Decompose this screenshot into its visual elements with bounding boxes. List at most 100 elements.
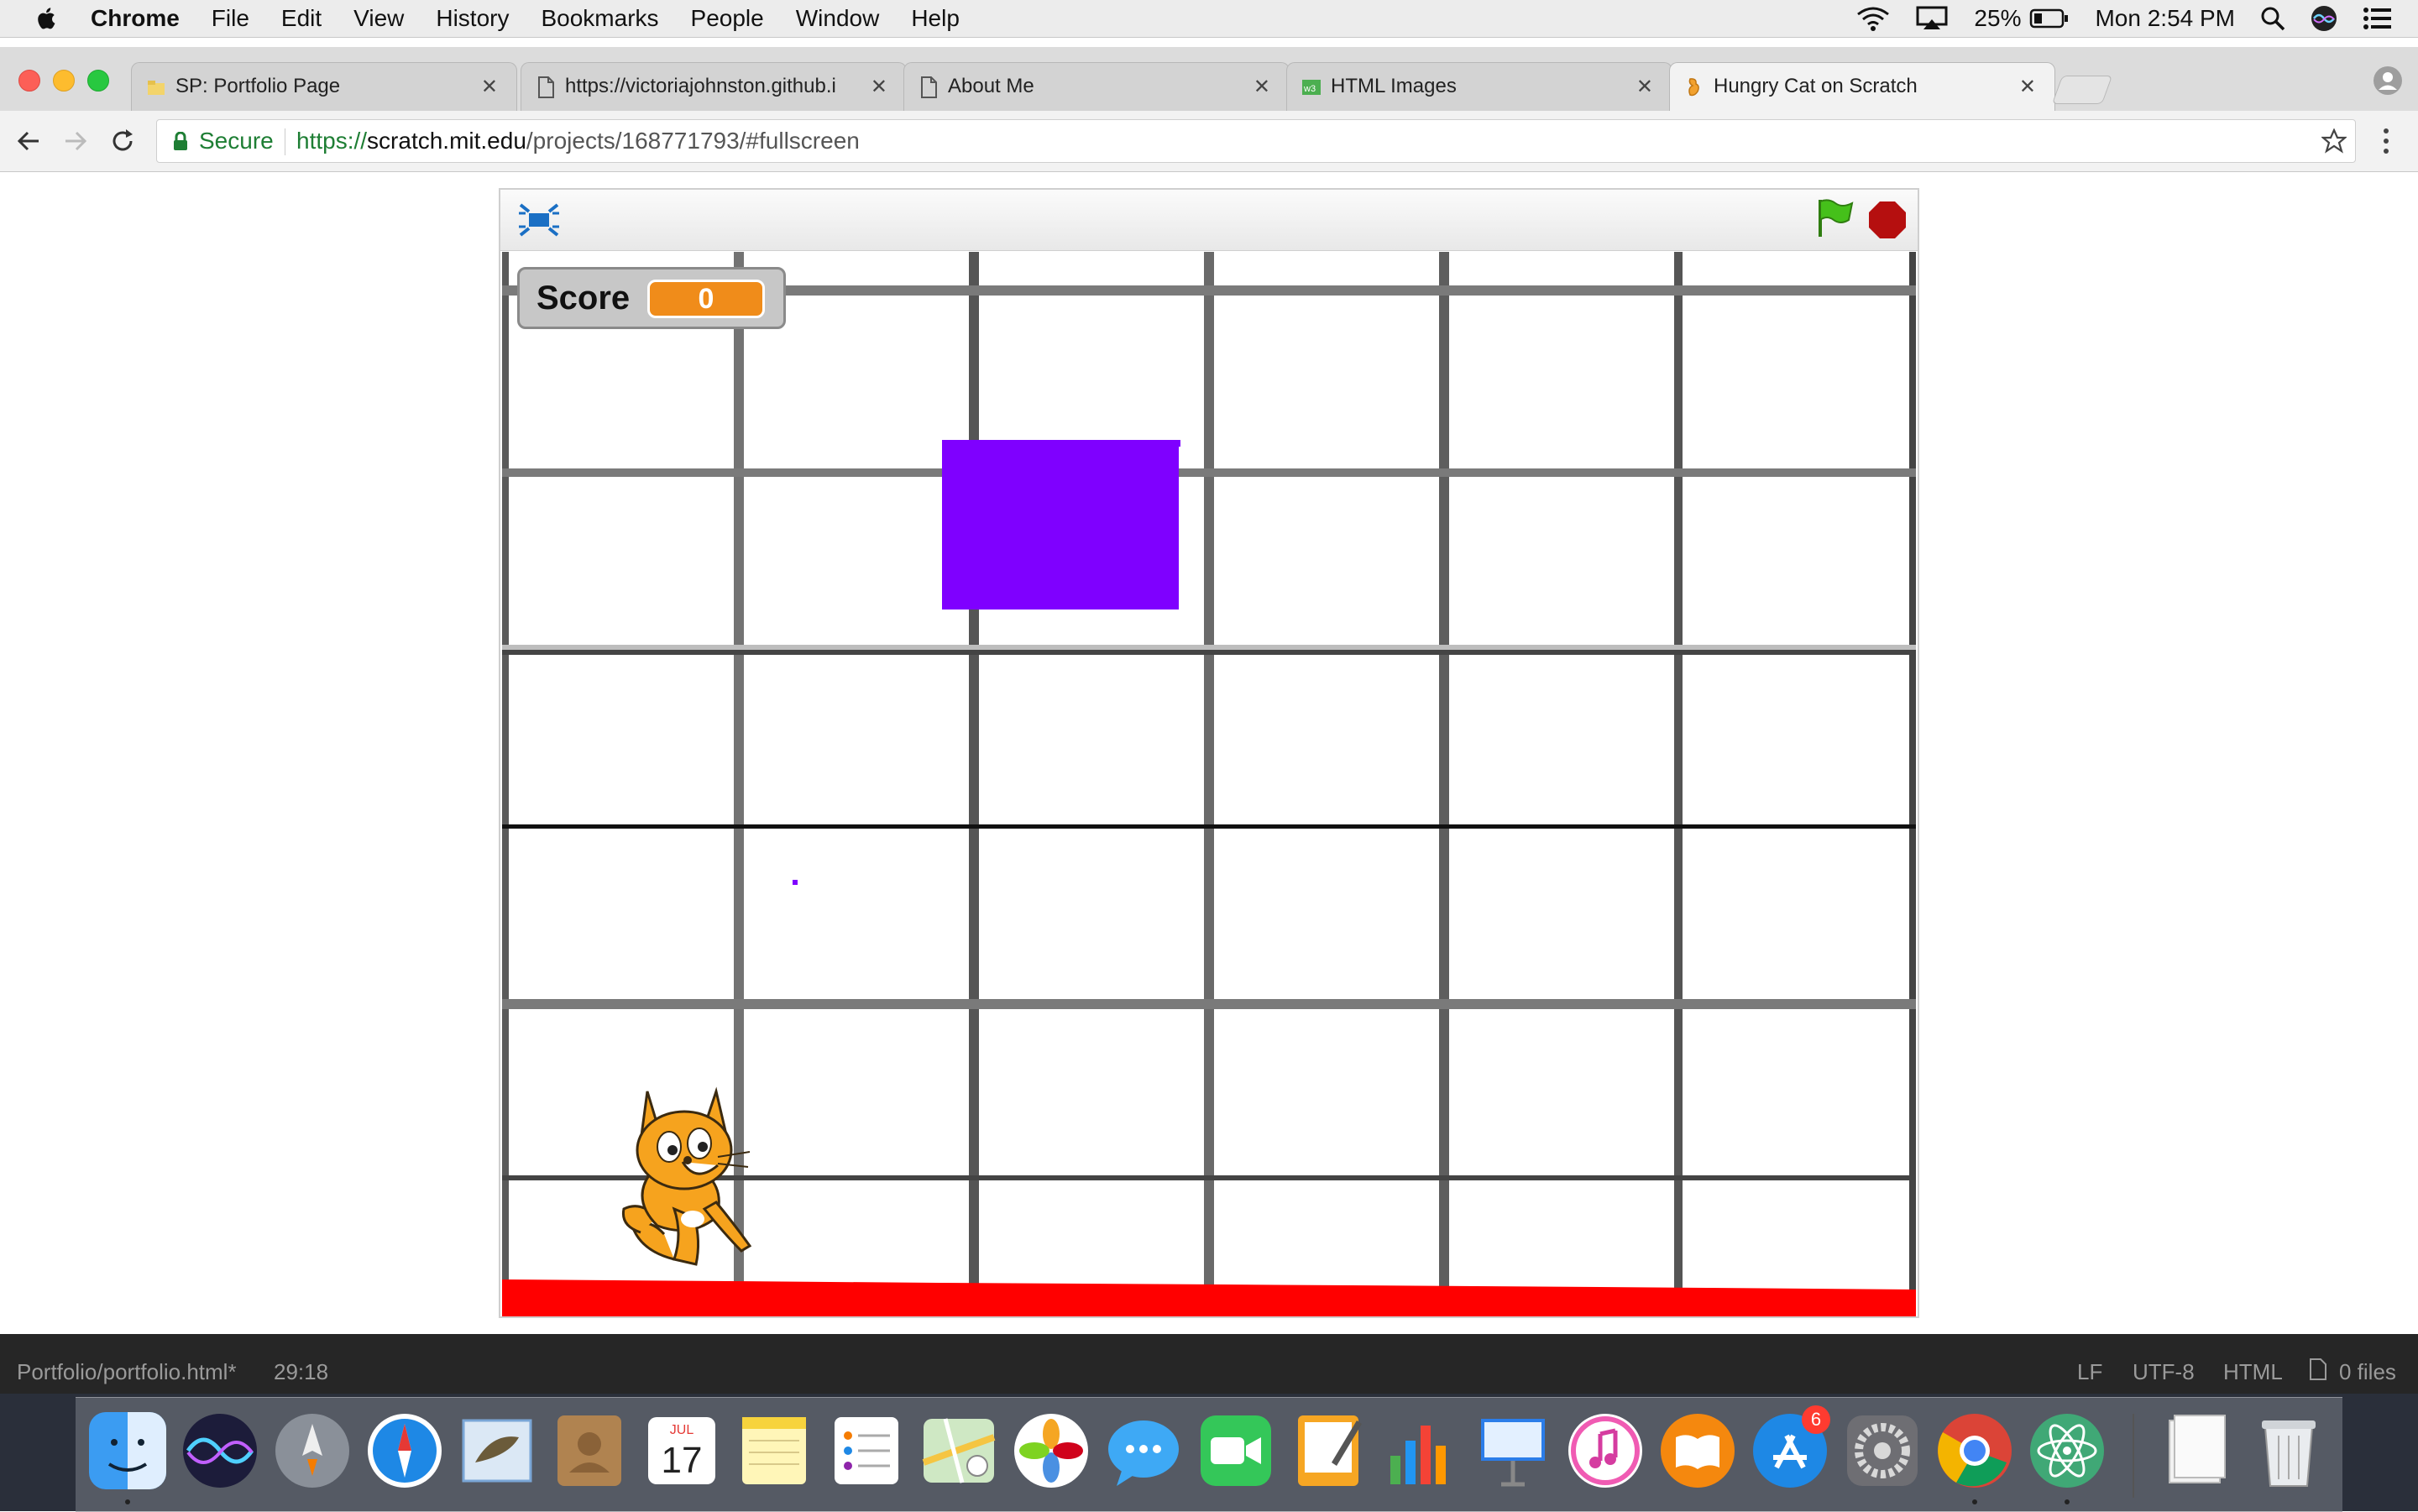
status-line-ending[interactable]: LF — [2077, 1359, 2102, 1385]
status-cursor-position[interactable]: 29:18 — [274, 1359, 328, 1385]
menu-window[interactable]: Window — [796, 5, 880, 32]
numbers-icon[interactable] — [1382, 1412, 1459, 1489]
falling-purple-block — [942, 440, 1179, 610]
notes-icon[interactable] — [735, 1412, 813, 1489]
reminders-icon[interactable] — [828, 1412, 905, 1489]
red-floor — [502, 1279, 1916, 1316]
chrome-menu-icon[interactable] — [2378, 126, 2394, 156]
app-store-badge: 6 — [1802, 1405, 1830, 1434]
score-label: Score — [536, 280, 631, 317]
lock-icon[interactable] — [172, 132, 189, 152]
calendar-month: JUL — [670, 1423, 694, 1437]
scratch-player-controls — [500, 190, 1918, 251]
block-pixel-artifact — [1174, 440, 1180, 447]
new-tab-button[interactable] — [2051, 76, 2113, 104]
siri-menu-icon[interactable] — [2311, 5, 2337, 32]
safari-icon[interactable] — [366, 1412, 443, 1489]
messages-icon[interactable] — [1105, 1412, 1182, 1489]
clock[interactable]: Mon 2:54 PM — [2095, 5, 2235, 32]
window-close-button[interactable] — [18, 70, 40, 92]
tab-victoriajohnston[interactable]: https://victoriajohnston.github.i ✕ — [521, 62, 907, 111]
menu-bookmarks[interactable]: Bookmarks — [541, 5, 658, 32]
status-grammar[interactable]: HTML — [2223, 1359, 2283, 1385]
trash-icon[interactable] — [2250, 1412, 2327, 1489]
tab-html-images[interactable]: w3 HTML Images ✕ — [1286, 62, 1672, 111]
dock-divider — [2133, 1414, 2134, 1498]
chrome-icon[interactable] — [1936, 1412, 2013, 1489]
finder-running-indicator — [125, 1499, 130, 1504]
itunes-icon[interactable] — [1567, 1412, 1644, 1489]
calendar-day: 17 — [662, 1440, 703, 1481]
exit-fullscreen-icon[interactable] — [517, 201, 561, 238]
status-encoding[interactable]: UTF-8 — [2133, 1359, 2195, 1385]
document-favicon-icon — [921, 76, 937, 98]
airplay-icon[interactable] — [1915, 6, 1949, 31]
battery-icon[interactable] — [2029, 8, 2070, 29]
menu-help[interactable]: Help — [911, 5, 960, 32]
atom-running-indicator — [2065, 1499, 2070, 1504]
svg-text:w3: w3 — [1303, 84, 1316, 94]
menu-bar: Chrome File Edit View History Bookmarks … — [0, 0, 2418, 38]
tab-hungry-cat-scratch[interactable]: Hungry Cat on Scratch ✕ — [1669, 62, 2055, 111]
tab-close-icon[interactable]: ✕ — [1253, 75, 1270, 99]
spotlight-search-icon[interactable] — [2260, 6, 2285, 31]
menu-file[interactable]: File — [212, 5, 249, 32]
tab-title: About Me — [948, 75, 1034, 97]
calendar-icon[interactable]: JUL 17 — [643, 1412, 720, 1489]
stop-sign-icon[interactable] — [1867, 200, 1908, 240]
tab-close-icon[interactable]: ✕ — [481, 75, 498, 99]
scratch-stage[interactable] — [502, 252, 1916, 1316]
tab-title: https://victoriajohnston.github.i — [565, 75, 836, 97]
reload-button[interactable] — [107, 126, 138, 156]
downloads-stack-icon[interactable] — [2158, 1412, 2235, 1489]
maps-icon[interactable] — [920, 1412, 997, 1489]
keynote-icon[interactable] — [1474, 1412, 1552, 1489]
url-text[interactable]: https://scratch.mit.edu/projects/1687717… — [296, 120, 860, 162]
menu-app-chrome[interactable]: Chrome — [91, 5, 180, 32]
photos-icon[interactable] — [1013, 1412, 1090, 1489]
tab-portfolio-page[interactable]: SP: Portfolio Page ✕ — [131, 62, 517, 111]
forward-button[interactable] — [60, 126, 91, 156]
mail-icon[interactable] — [458, 1412, 536, 1489]
back-button[interactable] — [13, 126, 44, 156]
document-favicon-icon — [538, 76, 554, 98]
menu-history[interactable]: History — [436, 5, 509, 32]
green-flag-icon[interactable] — [1815, 196, 1855, 238]
bookmark-star-icon[interactable] — [2321, 128, 2347, 154]
atom-icon[interactable] — [2028, 1412, 2106, 1489]
battery-percent: 25% — [1974, 5, 2022, 31]
wifi-icon[interactable] — [1856, 6, 1890, 31]
facetime-icon[interactable] — [1197, 1412, 1274, 1489]
finder-icon[interactable] — [89, 1412, 166, 1489]
w3schools-favicon-icon: w3 — [1302, 80, 1321, 95]
apple-icon[interactable] — [34, 6, 57, 31]
notification-center-icon[interactable] — [2363, 7, 2393, 30]
score-monitor[interactable]: Score 0 — [517, 267, 786, 329]
folder-favicon-icon — [148, 81, 165, 95]
profile-avatar-icon[interactable] — [2373, 65, 2403, 96]
url-host: scratch.mit.edu — [367, 128, 526, 154]
contacts-icon[interactable] — [551, 1412, 628, 1489]
window-minimize-button[interactable] — [53, 70, 75, 92]
tab-title: SP: Portfolio Page — [175, 75, 341, 97]
chrome-running-indicator — [1972, 1499, 1977, 1504]
system-preferences-icon[interactable] — [1844, 1412, 1921, 1489]
tab-close-icon[interactable]: ✕ — [2019, 75, 2036, 99]
menu-people[interactable]: People — [691, 5, 764, 32]
siri-icon[interactable] — [181, 1412, 259, 1489]
tab-close-icon[interactable]: ✕ — [871, 75, 887, 99]
status-file-path[interactable]: Portfolio/portfolio.html* — [17, 1359, 237, 1385]
tab-close-icon[interactable]: ✕ — [1636, 75, 1653, 99]
address-bar[interactable]: Secure https://scratch.mit.edu/projects/… — [156, 119, 2356, 163]
status-files[interactable]: 0 files — [2339, 1359, 2396, 1385]
tab-title: Hungry Cat on Scratch — [1714, 75, 1918, 97]
menu-view[interactable]: View — [353, 5, 404, 32]
window-zoom-button[interactable] — [87, 70, 109, 92]
tab-title: HTML Images — [1331, 75, 1457, 97]
secure-label[interactable]: Secure — [199, 120, 274, 162]
tab-about-me[interactable]: About Me ✕ — [903, 62, 1290, 111]
menu-edit[interactable]: Edit — [281, 5, 322, 32]
pages-icon[interactable] — [1290, 1412, 1367, 1489]
ibooks-icon[interactable] — [1659, 1412, 1736, 1489]
launchpad-icon[interactable] — [274, 1412, 351, 1489]
